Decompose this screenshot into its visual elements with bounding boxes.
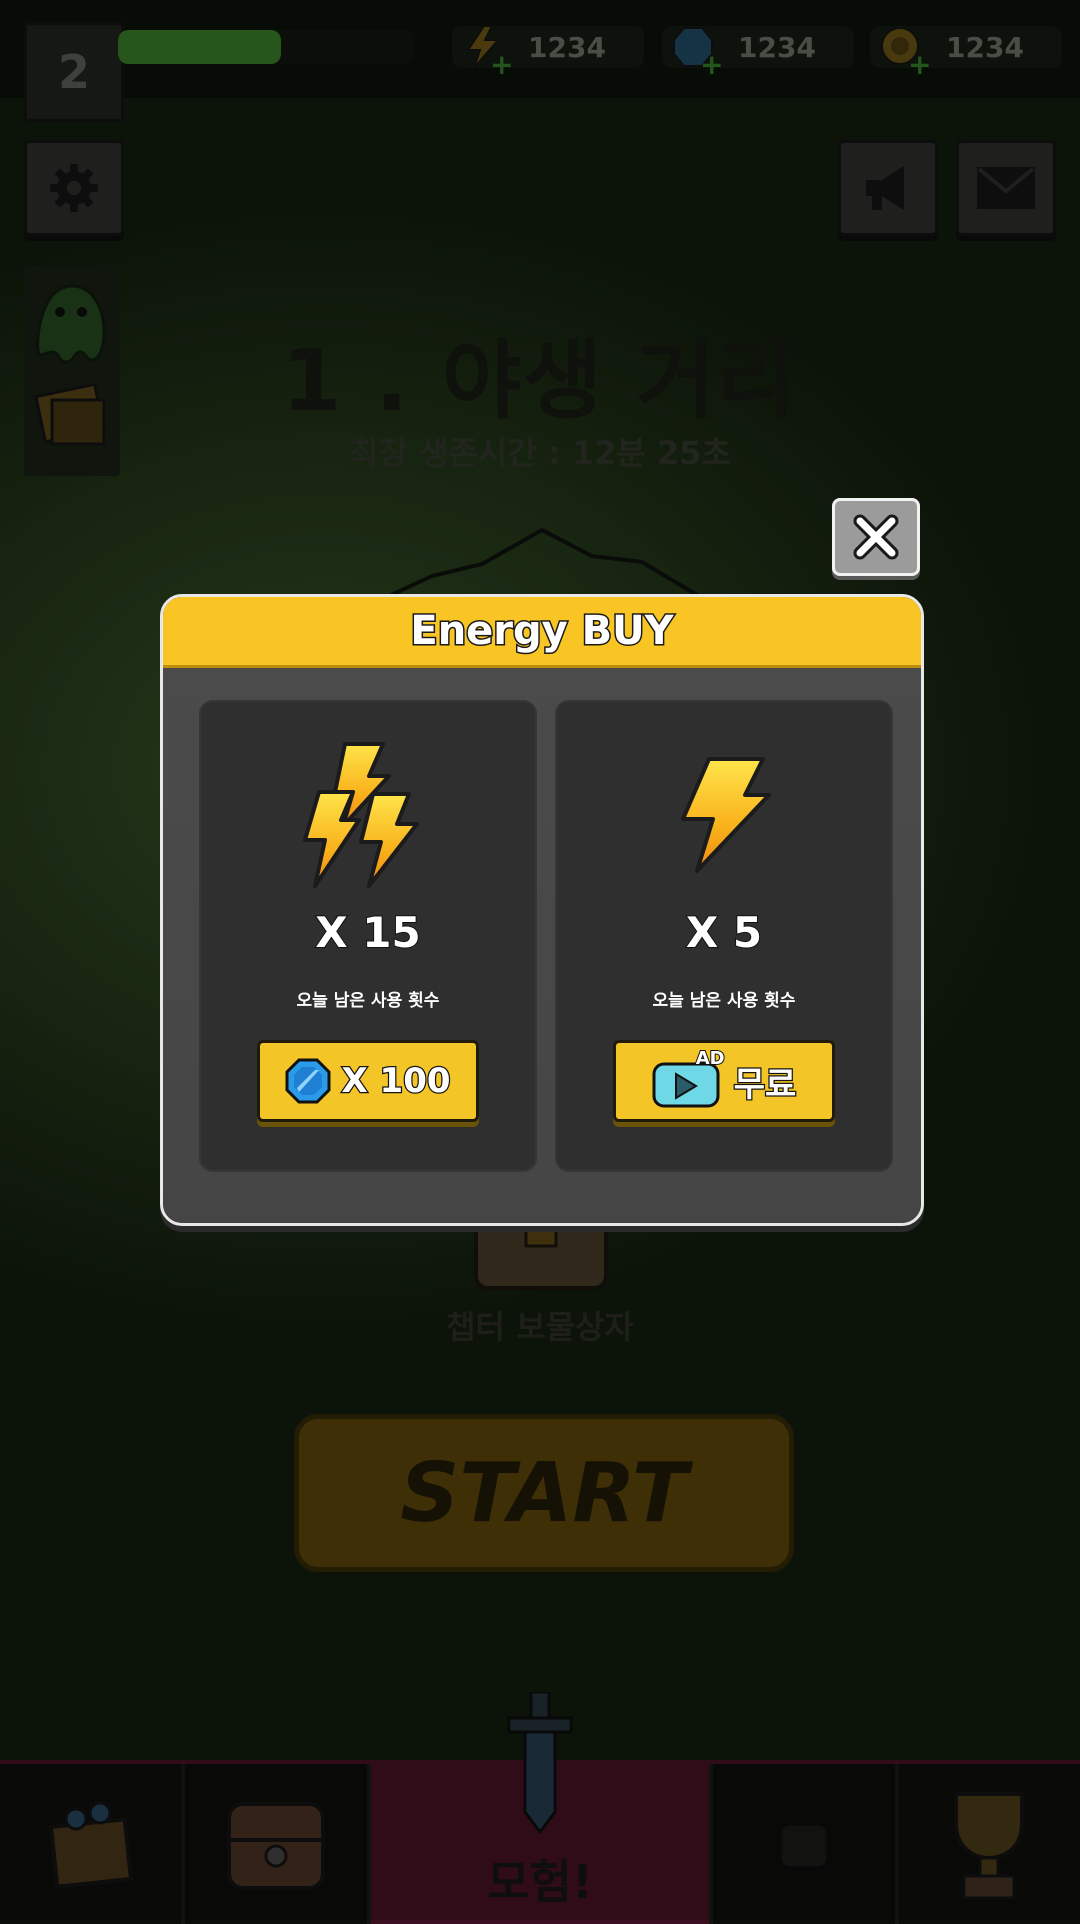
ad-video-icon: AD [652,1047,726,1108]
close-icon [853,514,899,560]
watch-ad-free-button[interactable]: AD 무료 [613,1040,835,1122]
modal-body: X 15 오늘 남은 사용 횟수 X 100 X 5 오늘 남은 사용 횟수 A… [163,668,921,1223]
energy-option-15: X 15 오늘 남은 사용 횟수 X 100 [199,700,537,1172]
close-button[interactable] [832,498,920,576]
gem-icon [285,1058,331,1104]
energy-buy-modal: Energy BUY X 15 오늘 남은 사용 횟수 X 100 X 5 오늘… [160,594,924,1226]
energy-option-5: X 5 오늘 남은 사용 횟수 AD 무료 [555,700,893,1172]
remaining-uses-label: 오늘 남은 사용 횟수 [652,991,796,1011]
triple-lightning-icon [199,740,537,890]
energy-quantity: X 5 [685,907,763,958]
ad-badge: AD [695,1047,726,1070]
lightning-icon [555,740,893,890]
gem-price: X 100 [340,1060,452,1103]
buy-with-gems-button[interactable]: X 100 [257,1040,479,1122]
modal-title: Energy BUY [163,597,921,668]
energy-quantity: X 15 [314,907,421,958]
free-label: 무료 [732,1063,797,1106]
remaining-uses-label: 오늘 남은 사용 횟수 [296,991,440,1011]
